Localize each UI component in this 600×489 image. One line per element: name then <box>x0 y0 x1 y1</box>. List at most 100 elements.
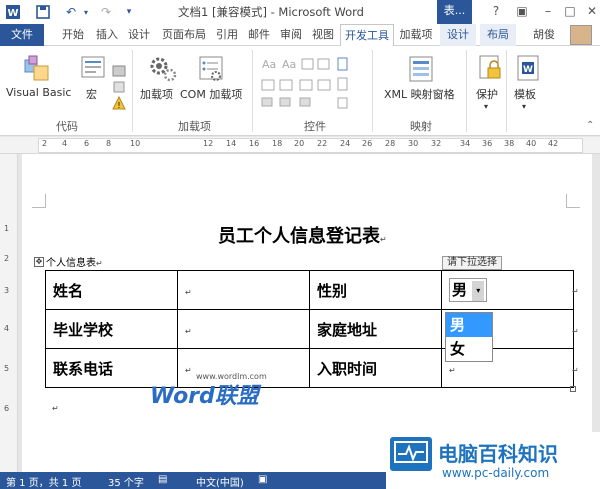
table-row: 姓名 ↵ 性别 男 ▾ <box>45 270 574 310</box>
group-separator <box>466 50 467 132</box>
com-addins-button[interactable]: COM 加载项 <box>180 86 242 102</box>
content-control-title[interactable]: 请下拉选择 <box>442 256 502 270</box>
template-button[interactable]: 模板 <box>514 86 536 102</box>
vertical-ruler[interactable]: 1 2 3 4 5 6 <box>0 154 18 472</box>
ruler-tick: 4 <box>62 139 68 148</box>
gender-dropdown-control[interactable]: 男 ▾ <box>449 278 488 302</box>
language-status[interactable]: 中文(中国) <box>196 474 244 489</box>
tab-developer[interactable]: 开发工具 <box>340 24 394 47</box>
collapse-ribbon-icon[interactable]: ⌃ <box>586 120 594 131</box>
undo-icon[interactable]: ↶ <box>60 3 82 21</box>
proofing-icon[interactable]: ▤ <box>158 474 167 485</box>
paragraph-mark: ↵ <box>96 259 103 268</box>
controls-gallery: Aa Aa <box>260 56 348 114</box>
tab-review[interactable]: 审阅 <box>276 24 306 46</box>
template-icon: W <box>514 54 542 87</box>
document-page[interactable]: 员工个人信息登记表↵ ✥ 个人信息表↵ 请下拉选择 姓名 ↵ 性别 男 ▾ 毕业… <box>22 154 592 472</box>
page-count-status[interactable]: 第 1 页，共 1 页 <box>6 474 81 489</box>
record-macro-icon[interactable] <box>112 64 126 78</box>
horizontal-ruler[interactable]: 2 4 6 8 10 12 14 16 18 20 22 24 26 28 30… <box>0 137 600 154</box>
ruler-track <box>38 138 583 153</box>
svg-text:Aa: Aa <box>282 58 296 71</box>
ruler-tick: 24 <box>340 139 351 148</box>
ruler-tick: 26 <box>362 139 373 148</box>
ruler-tick: 1 <box>4 224 10 233</box>
table-cell[interactable]: 入职时间 <box>309 348 442 388</box>
tab-design[interactable]: 设计 <box>124 24 154 46</box>
ruler-tick: 30 <box>408 139 419 148</box>
monitor-logo-icon <box>390 437 432 471</box>
ribbon-display-icon[interactable]: ▣ <box>508 0 536 24</box>
com-addins-icon <box>196 54 226 87</box>
table-cell[interactable]: ↵ <box>177 309 310 349</box>
undo-dropdown-icon[interactable]: ▾ <box>80 3 92 21</box>
table-cell[interactable]: 毕业学校 <box>45 309 178 349</box>
help-icon[interactable]: ? <box>482 0 510 24</box>
tab-home[interactable]: 开始 <box>58 24 88 46</box>
template-dropdown-icon[interactable]: ▾ <box>522 102 526 111</box>
svg-text:W: W <box>7 8 18 19</box>
document-heading: 员工个人信息登记表↵ <box>218 222 387 248</box>
table-cell[interactable]: 姓名 <box>45 270 178 310</box>
ruler-tick: 28 <box>385 139 396 148</box>
cell-label: 家庭地址 <box>317 320 378 339</box>
cell-label: 性别 <box>317 281 348 300</box>
ruler-tick: 36 <box>482 139 493 148</box>
margin-corner-mark <box>32 194 46 208</box>
svg-text:Aa: Aa <box>262 58 276 71</box>
table-move-handle-icon[interactable]: ✥ <box>34 257 44 267</box>
ruler-tick: 10 <box>130 139 141 148</box>
redo-icon[interactable]: ↷ <box>96 3 116 21</box>
macro-security-icon[interactable]: ! <box>112 95 126 110</box>
tab-table-layout[interactable]: 布局 <box>480 24 516 46</box>
cell-mark: ↵ <box>449 366 456 375</box>
visual-basic-button[interactable]: Visual Basic <box>6 86 71 99</box>
tab-mailings[interactable]: 邮件 <box>244 24 274 46</box>
gender-dropdown-list: 男 女 <box>445 312 493 362</box>
table-caption: 个人信息表↵ <box>46 254 103 269</box>
word-app-icon[interactable]: W <box>2 3 24 21</box>
dropdown-arrow-icon[interactable]: ▾ <box>472 280 485 301</box>
tab-table-design[interactable]: 设计 <box>440 24 476 46</box>
heading-text: 员工个人信息登记表 <box>218 226 380 247</box>
table-cell[interactable]: 性别 <box>309 270 442 310</box>
word-count-status[interactable]: 35 个字 <box>108 474 144 489</box>
close-icon[interactable]: ✕ <box>578 0 600 24</box>
table-cell[interactable]: 家庭地址 <box>309 309 442 349</box>
row-end-mark: ↵ <box>572 327 579 336</box>
group-code-label: 代码 <box>56 120 78 133</box>
svg-text:!: ! <box>117 101 120 110</box>
tab-view[interactable]: 视图 <box>308 24 338 46</box>
dropdown-option-male[interactable]: 男 <box>446 313 492 337</box>
table-resize-handle[interactable] <box>570 386 576 392</box>
macros-button[interactable]: 宏 <box>86 86 97 102</box>
tab-page-layout[interactable]: 页面布局 <box>158 24 210 46</box>
tab-file[interactable]: 文件 <box>0 24 44 46</box>
visual-basic-icon <box>22 54 52 87</box>
avatar[interactable] <box>570 25 592 45</box>
window-title: 文档1 [兼容模式] - Microsoft Word <box>178 5 364 19</box>
tab-addins[interactable]: 加载项 <box>396 24 436 46</box>
tab-insert[interactable]: 插入 <box>92 24 122 46</box>
employee-info-table: 姓名 ↵ 性别 男 ▾ 毕业学校 ↵ 家庭地址 联系电话 ↵ 入职时间 ↵ <box>45 270 574 388</box>
group-separator <box>252 50 253 132</box>
tab-references[interactable]: 引用 <box>212 24 242 46</box>
pause-icon[interactable] <box>112 80 126 94</box>
save-icon[interactable] <box>32 3 54 21</box>
customize-qat-icon[interactable]: ▾ <box>122 3 136 21</box>
dropdown-option-female[interactable]: 女 <box>446 337 492 361</box>
table-cell[interactable]: 男 ▾ <box>441 270 574 310</box>
protect-dropdown-icon[interactable]: ▾ <box>484 102 488 111</box>
macro-record-icon[interactable]: ▣ <box>258 474 267 485</box>
dropdown-value: 男 <box>452 281 468 300</box>
xml-mapping-pane-button[interactable]: XML 映射窗格 <box>384 86 455 102</box>
user-name[interactable]: 胡俊 <box>526 24 562 46</box>
ruler-tick: 2 <box>42 139 48 148</box>
ruler-tick: 14 <box>226 139 237 148</box>
addins-button[interactable]: 加载项 <box>140 86 173 102</box>
row-end-mark: ↵ <box>572 287 579 296</box>
table-cell[interactable]: ↵ <box>177 270 310 310</box>
ruler-tick: 8 <box>106 139 112 148</box>
protect-button[interactable]: 保护 <box>476 86 498 102</box>
title-bar: W ↶ ▾ ↷ ▾ 文档1 [兼容模式] - Microsoft Word 表.… <box>0 0 600 24</box>
